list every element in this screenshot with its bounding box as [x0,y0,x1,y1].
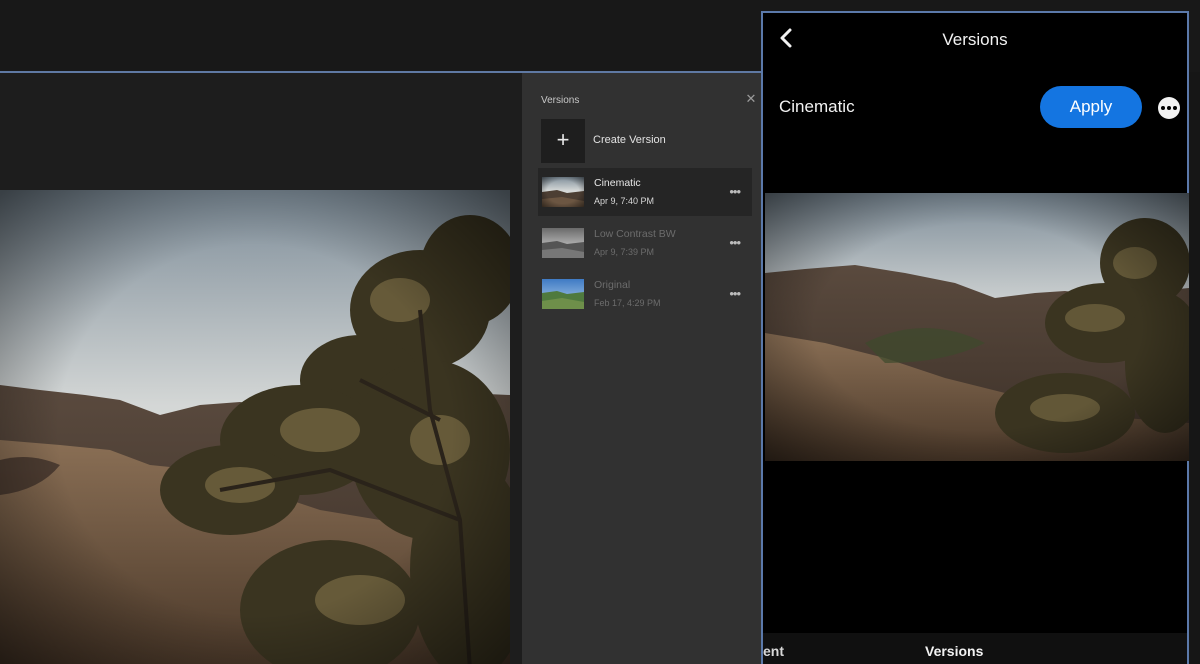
mobile-preview-photo [765,193,1189,461]
version-name: Original [594,279,631,291]
version-item-low-contrast-bw[interactable]: Low Contrast BW Apr 9, 7:39 PM ••• [538,219,752,267]
create-version-button[interactable]: + Create Version [541,119,751,163]
version-item-original[interactable]: Original Feb 17, 4:29 PM ••• [538,270,752,318]
version-name: Cinematic [594,177,641,189]
tab-partial-left[interactable]: ent [763,643,784,659]
versions-panel: Versions ✕ + Create Version Cinematic Ap… [522,73,762,664]
screen-title: Versions [942,30,1008,49]
close-icon[interactable]: ✕ [744,91,758,107]
version-date: Apr 9, 7:39 PM [594,247,655,257]
plus-icon: + [541,119,585,163]
more-circle-icon[interactable] [1158,97,1180,119]
version-date: Apr 9, 7:40 PM [594,196,655,206]
version-thumbnail [542,177,584,207]
more-options-icon[interactable]: ••• [729,286,741,301]
panel-title: Versions [541,95,580,106]
mobile-versions-screen: Versions Cinematic Apply ent Versions [761,11,1189,664]
selected-version-name: Cinematic [779,97,855,116]
bottom-tab-bar: ent Versions [763,633,1187,664]
apply-button[interactable]: Apply [1040,86,1142,128]
photo-canvas [0,73,522,664]
more-options-icon[interactable]: ••• [729,235,741,250]
desktop-window: Versions ✕ + Create Version Cinematic Ap… [0,71,770,664]
version-thumbnail [542,279,584,309]
tab-versions[interactable]: Versions [925,643,983,659]
more-options-icon[interactable]: ••• [729,184,741,199]
create-version-label: Create Version [593,134,666,146]
version-thumbnail [542,228,584,258]
main-photo [0,190,510,664]
landscape-photo [0,190,510,664]
version-date: Feb 17, 4:29 PM [594,298,661,308]
version-name: Low Contrast BW [594,228,676,240]
version-item-cinematic[interactable]: Cinematic Apr 9, 7:40 PM ••• [538,168,752,216]
